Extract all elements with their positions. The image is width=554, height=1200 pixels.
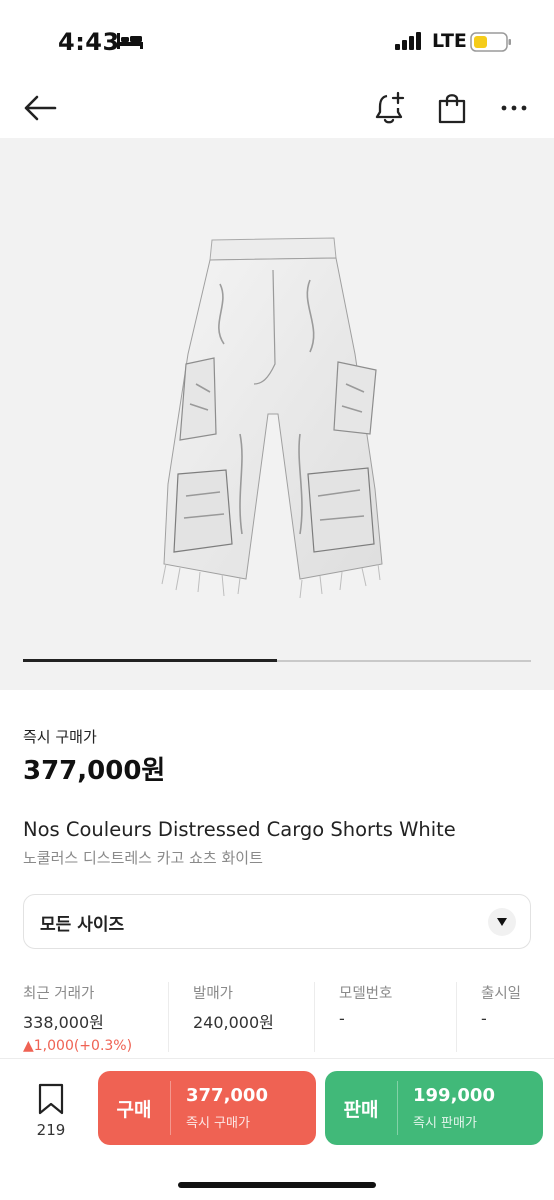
bottom-action-bar: 219 구매 377,000 즉시 구매가 판매 199,000 즉시 판매가 <box>0 1058 554 1200</box>
bookmark-icon <box>38 1083 64 1115</box>
info-divider <box>456 982 457 1052</box>
model-number-label: 모델번호 <box>339 986 393 1002</box>
buy-button-label: 구매 <box>116 1098 152 1121</box>
model-number: 모델번호 - <box>339 982 439 1056</box>
release-price-value: 240,000원 <box>193 1013 274 1032</box>
size-select-label: 모든 사이즈 <box>40 915 125 935</box>
release-date-label: 출시일 <box>481 986 522 1002</box>
cart-button[interactable] <box>430 86 474 130</box>
network-label: LTE <box>432 30 467 52</box>
sleep-focus-icon <box>117 33 143 49</box>
carousel-progress-fill <box>23 659 277 662</box>
recent-trade-price[interactable]: 최근 거래가 338,000원 ▲1,000(+0.3%) <box>23 982 163 1056</box>
sell-button-divider <box>397 1081 398 1135</box>
status-bar: 4:43 LTE <box>0 0 554 78</box>
buy-button-divider <box>170 1081 171 1135</box>
bookmark-count: 219 <box>36 1121 66 1139</box>
product-title: Nos Couleurs Distressed Cargo Shorts Whi… <box>23 818 456 841</box>
more-options-button[interactable] <box>492 86 536 130</box>
size-select[interactable]: 모든 사이즈 <box>23 894 531 949</box>
info-divider <box>314 982 315 1052</box>
product-subtitle: 노쿨러스 디스트레스 카고 쇼츠 화이트 <box>23 849 263 867</box>
dropdown-arrow-icon <box>488 908 516 936</box>
buy-button-price: 377,000 <box>186 1085 268 1106</box>
status-time: 4:43 <box>58 28 120 56</box>
release-price-label: 발매가 <box>193 986 234 1002</box>
top-navigation <box>0 78 554 138</box>
bookmark-button[interactable]: 219 <box>24 1081 78 1141</box>
product-image-carousel[interactable] <box>0 138 554 690</box>
product-info-row: 최근 거래가 338,000원 ▲1,000(+0.3%) 발매가 240,00… <box>0 982 554 1056</box>
buy-button-sublabel: 즉시 구매가 <box>186 1116 250 1131</box>
more-icon <box>501 105 527 111</box>
sell-button-price: 199,000 <box>413 1085 495 1106</box>
bell-plus-icon <box>375 91 405 124</box>
battery-icon <box>470 32 511 52</box>
price-alert-button[interactable] <box>368 86 412 130</box>
back-arrow-icon <box>24 95 57 121</box>
buy-button[interactable]: 구매 377,000 즉시 구매가 <box>98 1071 316 1145</box>
instant-buy-price: 377,000원 <box>23 756 166 786</box>
release-date-value: - <box>481 1009 487 1028</box>
product-image <box>161 237 383 599</box>
back-button[interactable] <box>18 86 62 130</box>
release-date: 출시일 - <box>481 982 541 1056</box>
recent-trade-label: 최근 거래가 <box>23 986 95 1002</box>
sell-button-label: 판매 <box>343 1098 379 1121</box>
sell-button[interactable]: 판매 199,000 즉시 판매가 <box>325 1071 543 1145</box>
recent-trade-value: 338,000원 <box>23 1013 104 1032</box>
release-price: 발매가 240,000원 <box>193 982 303 1056</box>
sell-button-sublabel: 즉시 판매가 <box>413 1116 477 1131</box>
signal-icon <box>395 32 421 50</box>
carousel-progress <box>23 659 531 662</box>
recent-trade-change: ▲1,000(+0.3%) <box>23 1038 133 1054</box>
model-number-value: - <box>339 1009 345 1028</box>
instant-buy-price-label: 즉시 구매가 <box>23 728 97 746</box>
shopping-bag-icon <box>438 94 466 124</box>
home-indicator[interactable] <box>178 1182 376 1188</box>
info-divider <box>168 982 169 1052</box>
